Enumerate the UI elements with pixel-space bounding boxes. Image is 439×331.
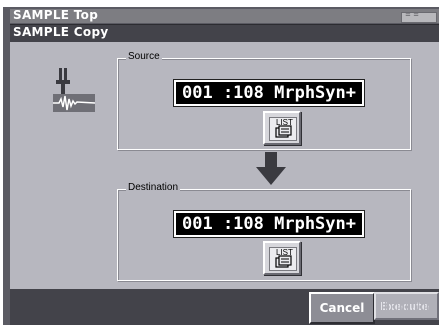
execute-button[interactable]: Execute: [374, 292, 439, 320]
destination-value[interactable]: 001 :108 MrphSyn+: [173, 210, 365, 238]
source-value[interactable]: 001 :108 MrphSyn+: [173, 79, 365, 107]
source-legend: Source: [126, 51, 162, 62]
destination-list-button[interactable]: LIST: [263, 241, 301, 275]
title-bar: SAMPLE Top = =: [10, 8, 439, 23]
sub-title-bar: SAMPLE Copy: [10, 24, 439, 42]
title-bar-indicator: = =: [401, 11, 437, 23]
source-list-button[interactable]: LIST: [263, 111, 301, 145]
window-title: SAMPLE Top: [13, 8, 99, 22]
list-icon: LIST: [269, 247, 297, 271]
page-title: SAMPLE Copy: [13, 25, 109, 39]
destination-legend: Destination: [126, 182, 181, 193]
arrow-down-icon: [256, 152, 286, 185]
sample-copy-window: SAMPLE Top = = SAMPLE Copy Source 001 :1…: [0, 0, 439, 331]
cancel-button[interactable]: Cancel: [309, 292, 375, 324]
wrench-waveform-icon: [53, 68, 95, 112]
list-icon: LIST: [269, 117, 297, 141]
execute-label: Execute: [380, 299, 430, 313]
